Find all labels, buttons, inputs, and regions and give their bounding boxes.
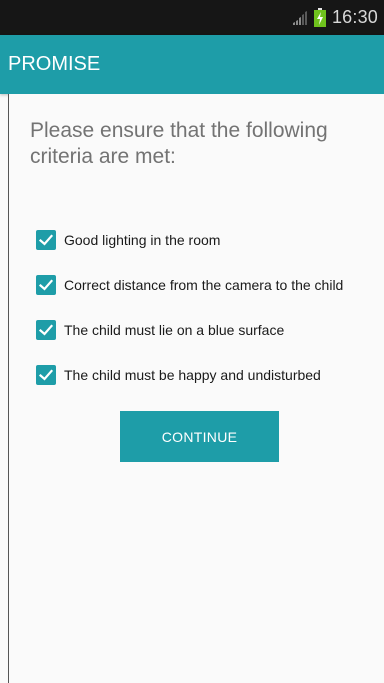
criteria-item-distance[interactable]: Correct distance from the camera to the … (36, 262, 343, 307)
signal-icon (292, 10, 310, 26)
criteria-label: The child must be happy and undisturbed (64, 366, 321, 383)
instruction-text: Please ensure that the following criteri… (30, 119, 328, 168)
criteria-item-lighting[interactable]: Good lighting in the room (36, 217, 343, 262)
main-content: Please ensure that the following criteri… (8, 94, 384, 683)
continue-button[interactable]: CONTINUE (120, 411, 279, 462)
criteria-list: Good lighting in the room Correct distan… (36, 217, 343, 397)
battery-charging-icon (313, 8, 326, 27)
criteria-label: Good lighting in the room (64, 231, 221, 248)
checkbox-checked-icon[interactable] (36, 274, 56, 295)
criteria-item-happy[interactable]: The child must be happy and undisturbed (36, 352, 343, 397)
status-bar: 16:30 (0, 0, 384, 35)
criteria-label: Correct distance from the camera to the … (64, 276, 344, 293)
clock: 16:30 (331, 7, 378, 27)
app-title: PROMISE (8, 53, 101, 75)
status-icons: 16:30 (292, 0, 378, 35)
app-bar: PROMISE (0, 35, 384, 94)
checkbox-checked-icon[interactable] (36, 364, 56, 385)
criteria-item-surface[interactable]: The child must lie on a blue surface (36, 307, 343, 352)
criteria-label: The child must lie on a blue surface (64, 321, 285, 338)
checkbox-checked-icon[interactable] (36, 229, 56, 250)
checkbox-checked-icon[interactable] (36, 319, 56, 340)
